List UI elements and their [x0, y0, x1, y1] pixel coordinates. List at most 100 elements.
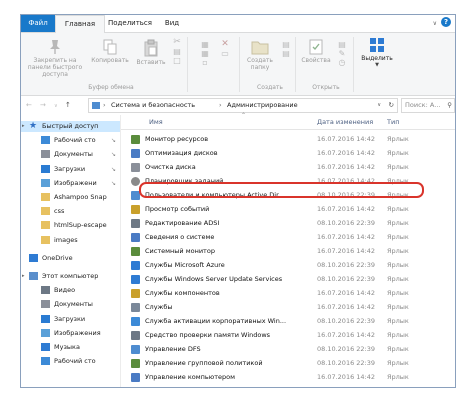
address-bar-row: ← → ∨ ↑ › Система и безопасность › Админ… [21, 96, 455, 114]
file-name: Монитор ресурсов [145, 135, 209, 143]
sidebar-item[interactable]: Ashampoo Snap [21, 192, 120, 203]
organize-buttons[interactable]: ▦ ▦ ▫ [193, 41, 217, 68]
properties-button[interactable]: Свойства [299, 39, 333, 64]
file-row[interactable]: Управление печатью 16.07.2016 14:42 Ярлык [121, 386, 455, 387]
chevron-down-icon[interactable]: ▸ [22, 271, 25, 282]
sidebar-item[interactable]: Документы ↘ [21, 149, 120, 160]
file-row[interactable]: Службы компонентов 16.07.2016 14:42 Ярлык [121, 288, 455, 299]
history-icon: ◷ [338, 58, 346, 67]
column-name[interactable]: Имя [149, 115, 163, 129]
file-row[interactable]: Монитор ресурсов 16.07.2016 14:42 Ярлык [121, 134, 455, 145]
breadcrumb-administration[interactable]: Администрирование [227, 99, 298, 112]
refresh-icon[interactable]: ↻ [389, 99, 394, 112]
cut-icon: ✂ [173, 37, 181, 47]
address-box[interactable]: › Система и безопасность › Администриров… [88, 98, 398, 113]
breadcrumb-system-security[interactable]: Система и безопасность [111, 99, 195, 112]
computer-icon [29, 272, 38, 280]
expand-ribbon-icon[interactable]: ∨ [433, 20, 437, 27]
file-type: Ярлык [387, 275, 409, 283]
file-row[interactable]: Управление DFS 08.10.2016 22:39 Ярлык [121, 344, 455, 355]
shortcut-icon [131, 205, 140, 214]
copy-label: Копировать [91, 57, 129, 64]
file-row[interactable]: Управление групповой политикой 08.10.2016… [121, 358, 455, 369]
sidebar-item[interactable]: ▸ ★ Быстрый доступ [21, 121, 120, 132]
file-row[interactable]: Служба активации корпоративных Win... 08.… [121, 316, 455, 327]
file-row[interactable]: Редактирование ADSI 08.10.2016 22:39 Ярлык [121, 218, 455, 229]
open-options[interactable]: ▤ ✎ ◷ [335, 41, 349, 68]
downloads-icon [41, 164, 50, 173]
sidebar-item[interactable]: css [21, 206, 120, 217]
new-folder-button[interactable]: Создать папку [243, 39, 277, 71]
pictures-icon [41, 178, 50, 187]
column-header: ⌃ Имя Дата изменения Тип [121, 112, 455, 130]
file-name: Службы компонентов [145, 289, 220, 297]
sidebar-item[interactable]: OneDrive [21, 253, 120, 264]
sidebar-item[interactable]: ▸ Этот компьютер [21, 271, 120, 282]
file-name: Управление DFS [145, 345, 201, 353]
sidebar-item-label: Этот компьютер [42, 272, 99, 280]
column-date[interactable]: Дата изменения [317, 115, 373, 129]
sidebar-item[interactable]: Загрузки [21, 314, 120, 325]
folder-icon [41, 207, 50, 216]
sidebar-item[interactable]: Музыка [21, 342, 120, 353]
sidebar-item[interactable]: Рабочий сто ↘ [21, 135, 120, 146]
tab-home[interactable]: Главная [55, 15, 105, 33]
sidebar-item[interactable]: Изображени ↘ [21, 178, 120, 189]
file-type: Ярлык [387, 386, 447, 387]
music-icon [41, 343, 50, 351]
forward-icon[interactable]: → [40, 101, 46, 109]
sidebar-item-label: Музыка [54, 343, 80, 351]
file-row[interactable]: Оптимизация дисков 16.07.2016 14:42 Ярлык [121, 148, 455, 159]
sidebar-item[interactable]: htmlSup-escape [21, 220, 120, 231]
tab-share[interactable]: Поделиться [105, 15, 155, 32]
sort-up-icon: ⌃ [241, 112, 247, 119]
paste-button[interactable]: Вставить [133, 39, 169, 66]
file-date: 16.07.2016 14:42 [317, 331, 376, 339]
file-name: Сведения о системе [145, 233, 215, 241]
new-item-button[interactable]: ▤ ▤ [279, 41, 293, 59]
file-row[interactable]: Службы 16.07.2016 14:42 Ярлык [121, 302, 455, 313]
file-row[interactable]: Управление компьютером 16.07.2016 14:42 Яр… [121, 372, 455, 383]
open-group-label: Открыть [312, 84, 340, 91]
sidebar-item[interactable]: Видео [21, 285, 120, 296]
tab-view[interactable]: Вид [159, 15, 185, 32]
breadcrumb-separator-icon: › [219, 101, 222, 109]
cut-button[interactable]: ✂ ▤ □ [170, 37, 184, 66]
file-row[interactable]: Просмотр событий 16.07.2016 14:42 Ярлык [121, 204, 455, 215]
chevron-down-icon[interactable]: ▸ [22, 121, 25, 132]
shortcut-icon [131, 219, 140, 228]
copy-button[interactable]: Копировать [89, 39, 131, 64]
file-row[interactable]: Сведения о системе 16.07.2016 14:42 Ярлык [121, 232, 455, 243]
select-button[interactable]: Выделить ▼ [359, 37, 395, 69]
shortcut-icon [131, 177, 140, 186]
file-row[interactable]: Системный монитор 16.07.2016 14:42 Ярлык [121, 246, 455, 257]
tab-file[interactable]: Файл [21, 15, 55, 32]
sidebar-item[interactable]: Изображения [21, 328, 120, 339]
file-row[interactable]: Очистка диска 16.07.2016 14:42 Ярлык [121, 162, 455, 173]
pin-quick-access-button[interactable]: Закрепить на панели быстрого доступа [24, 39, 86, 78]
up-icon[interactable]: ↑ [65, 101, 71, 109]
ribbon-separator [353, 37, 354, 92]
file-list: ⌃ Имя Дата изменения Тип Монитор ресурсо… [121, 112, 455, 387]
ribbon: Закрепить на панели быстрого доступа Коп… [21, 33, 455, 96]
sidebar-item[interactable]: Загрузки ↘ [21, 164, 120, 175]
sidebar-item[interactable]: images [21, 235, 120, 246]
recent-locations-icon[interactable]: ∨ [54, 103, 58, 109]
column-type[interactable]: Тип [387, 115, 399, 129]
file-date: 08.10.2016 22:39 [317, 261, 376, 269]
sidebar-item[interactable]: Рабочий сто [21, 356, 120, 367]
file-row[interactable]: Службы Windows Server Update Services 08.… [121, 274, 455, 285]
file-row[interactable]: Службы Microsoft Azure 08.10.2016 22:39 Яр… [121, 260, 455, 271]
back-icon[interactable]: ← [26, 101, 32, 109]
clipboard-group-label: Буфер обмена [88, 84, 134, 91]
sidebar-item[interactable]: Документы [21, 299, 120, 310]
delete-button[interactable]: ✕ ▭ [217, 40, 233, 59]
help-icon[interactable]: ? [441, 17, 451, 27]
address-dropdown-icon[interactable]: ∨ [377, 99, 381, 112]
file-row[interactable]: Средство проверки памяти Windows 16.07.20… [121, 330, 455, 341]
shortcut-icon [131, 149, 140, 158]
copy-icon [103, 39, 117, 55]
search-input[interactable]: Поиск: А... ⚲ [401, 98, 455, 113]
pinned-icon: ↘ [110, 151, 116, 159]
paste-icon [144, 39, 158, 57]
